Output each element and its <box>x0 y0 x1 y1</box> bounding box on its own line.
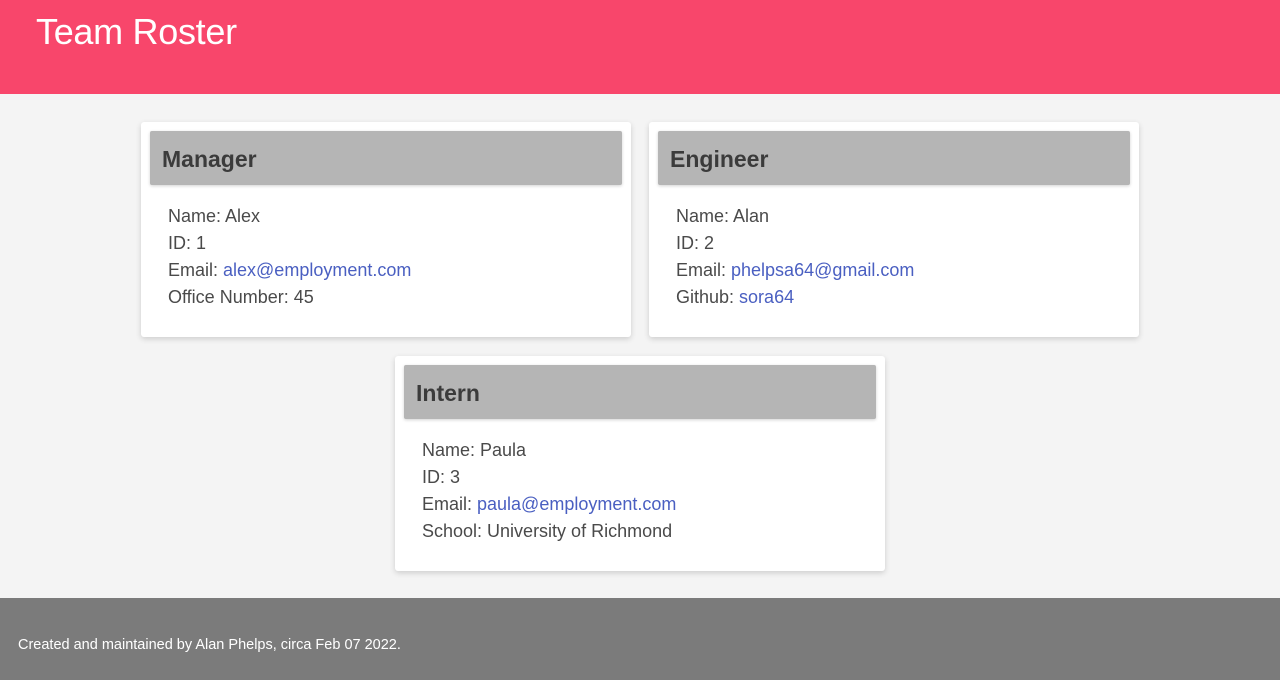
email-row: Email: alex@employment.com <box>168 257 411 284</box>
github-label: Github: <box>676 287 740 307</box>
github-row: Github: sora64 <box>676 284 914 311</box>
name-row: Name: Alex <box>168 203 411 230</box>
name-value: Alex <box>225 206 261 226</box>
email-link[interactable]: alex@employment.com <box>223 260 411 280</box>
id-label: ID: <box>422 467 451 487</box>
name-value: Alan <box>733 206 770 226</box>
name-label: Name: <box>676 206 734 226</box>
id-label: ID: <box>676 233 705 253</box>
footer-text: Created and maintained by Alan Phelps, c… <box>18 637 401 653</box>
name-label: Name: <box>168 206 226 226</box>
school-row: School: University of Richmond <box>422 518 676 545</box>
manager-card: Manager Name: Alex ID: 1 Email: alex@emp… <box>141 122 631 337</box>
card-body: Name: Alex ID: 1 Email: alex@employment.… <box>168 203 411 311</box>
id-row: ID: 2 <box>676 230 914 257</box>
email-row: Email: paula@employment.com <box>422 491 676 518</box>
page-title: Team Roster <box>36 11 237 52</box>
id-row: ID: 3 <box>422 464 676 491</box>
engineer-card: Engineer Name: Alan ID: 2 Email: phelpsa… <box>649 122 1139 337</box>
intern-card: Intern Name: Paula ID: 3 Email: paula@em… <box>395 356 885 571</box>
id-row: ID: 1 <box>168 230 411 257</box>
office-number-row: Office Number: 45 <box>168 284 411 311</box>
name-value: Paula <box>480 440 527 460</box>
school-value: University of Richmond <box>487 521 673 541</box>
card-role-title: Engineer <box>670 146 769 172</box>
email-label: Email: <box>168 260 224 280</box>
name-row: Name: Paula <box>422 437 676 464</box>
page-header: Team Roster <box>0 0 1280 94</box>
card-role-title: Manager <box>162 146 257 172</box>
email-row: Email: phelpsa64@gmail.com <box>676 257 914 284</box>
id-value: 1 <box>196 233 207 253</box>
card-body: Name: Alan ID: 2 Email: phelpsa64@gmail.… <box>676 203 914 311</box>
card-body: Name: Paula ID: 3 Email: paula@employmen… <box>422 437 676 545</box>
card-role-title: Intern <box>416 380 480 406</box>
name-row: Name: Alan <box>676 203 914 230</box>
office-number-label: Office Number: <box>168 287 294 307</box>
email-link[interactable]: phelpsa64@gmail.com <box>731 260 914 280</box>
email-label: Email: <box>676 260 732 280</box>
github-link[interactable]: sora64 <box>739 287 794 307</box>
school-label: School: <box>422 521 488 541</box>
id-value: 2 <box>704 233 715 253</box>
name-label: Name: <box>422 440 481 460</box>
page-footer: Created and maintained by Alan Phelps, c… <box>0 598 1280 680</box>
card-header: Manager <box>150 131 622 185</box>
office-number-value: 45 <box>293 287 314 307</box>
id-value: 3 <box>450 467 461 487</box>
card-header: Intern <box>404 365 876 419</box>
id-label: ID: <box>168 233 197 253</box>
email-label: Email: <box>422 494 478 514</box>
email-link[interactable]: paula@employment.com <box>477 494 676 514</box>
card-header: Engineer <box>658 131 1130 185</box>
